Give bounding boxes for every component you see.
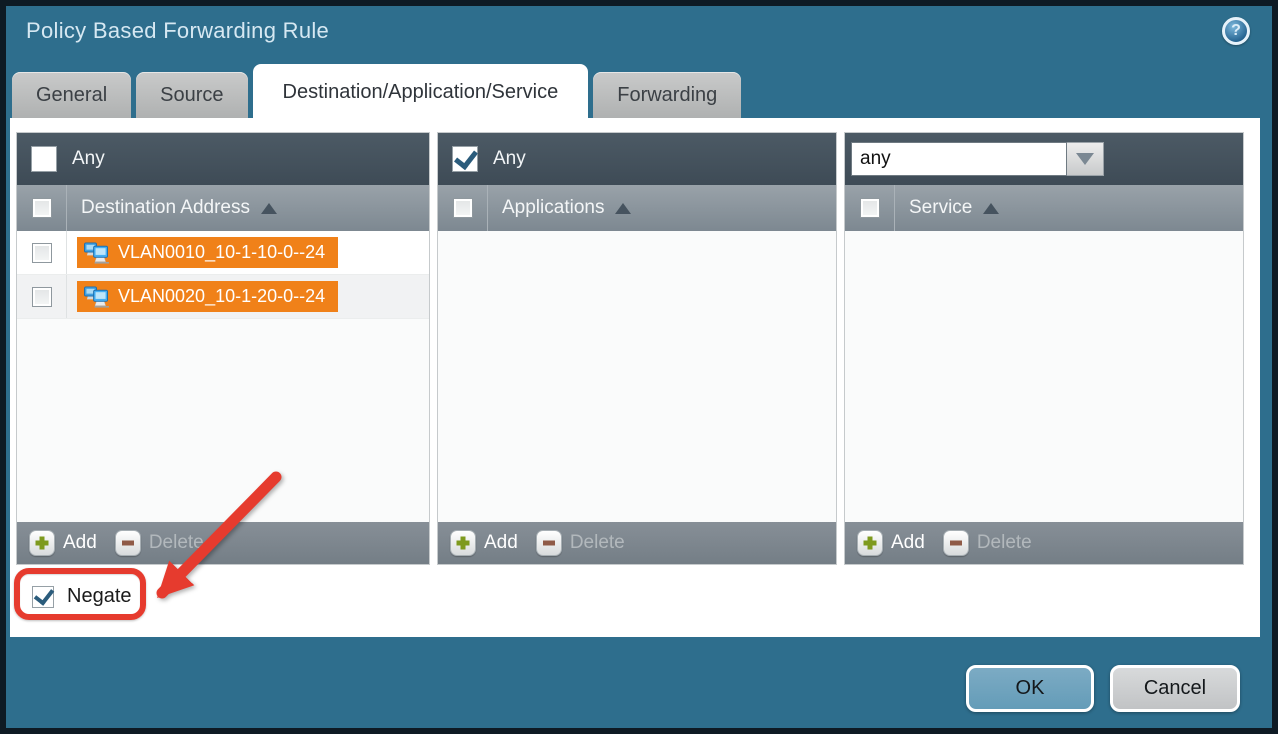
table-row: VLAN0020_10-1-20-0--24 (17, 275, 429, 319)
service-delete-button[interactable]: Delete (943, 530, 1032, 556)
service-dropdown-button[interactable] (1067, 142, 1104, 176)
tab-content: Any Destination Address (10, 118, 1260, 637)
service-column-header[interactable]: Service (845, 185, 1243, 231)
service-actions-bar: Add Delete (845, 522, 1243, 564)
applications-add-button[interactable]: Add (450, 530, 518, 556)
destination-add-button[interactable]: Add (29, 530, 97, 556)
minus-icon (536, 530, 562, 556)
network-icon (83, 241, 110, 264)
sort-ascending-icon (615, 203, 631, 214)
network-icon (83, 285, 110, 308)
applications-actions-bar: Add Delete (438, 522, 836, 564)
applications-column-label: Applications (502, 197, 604, 219)
plus-icon (857, 530, 883, 556)
tab-general[interactable]: General (12, 72, 131, 118)
address-object[interactable]: VLAN0010_10-1-10-0--24 (77, 237, 338, 268)
destination-delete-button[interactable]: Delete (115, 530, 204, 556)
service-column-label: Service (909, 197, 972, 219)
address-object[interactable]: VLAN0020_10-1-20-0--24 (77, 281, 338, 312)
applications-delete-button[interactable]: Delete (536, 530, 625, 556)
service-dropdown-input[interactable] (851, 142, 1067, 176)
destination-any-bar: Any (17, 133, 429, 185)
plus-icon (450, 530, 476, 556)
destination-column-label: Destination Address (81, 197, 250, 219)
tab-forwarding[interactable]: Forwarding (593, 72, 741, 118)
row-checkbox[interactable] (32, 243, 52, 263)
row-checkbox[interactable] (32, 287, 52, 307)
destination-column-header[interactable]: Destination Address (17, 185, 429, 231)
cancel-button[interactable]: Cancel (1110, 665, 1240, 712)
ok-button[interactable]: OK (966, 665, 1094, 712)
tab-source[interactable]: Source (136, 72, 247, 118)
applications-panel: Any Applications Add (437, 132, 837, 565)
service-add-button[interactable]: Add (857, 530, 925, 556)
tab-bar: General Source Destination/Application/S… (12, 64, 746, 118)
minus-icon (943, 530, 969, 556)
applications-select-all-checkbox[interactable] (453, 198, 473, 218)
sort-ascending-icon (261, 203, 277, 214)
destination-actions-bar: Add Delete (17, 522, 429, 564)
service-selector-bar (845, 133, 1243, 185)
destination-select-all-checkbox[interactable] (32, 198, 52, 218)
dialog-title: Policy Based Forwarding Rule (26, 18, 329, 44)
address-object-label: VLAN0010_10-1-10-0--24 (118, 242, 325, 263)
sort-ascending-icon (983, 203, 999, 214)
pbf-rule-dialog: Policy Based Forwarding Rule ? General S… (0, 0, 1278, 734)
applications-any-checkbox[interactable] (452, 146, 478, 172)
applications-list (438, 231, 836, 522)
plus-icon (29, 530, 55, 556)
help-icon[interactable]: ? (1222, 17, 1250, 45)
tab-destination-application-service[interactable]: Destination/Application/Service (253, 64, 589, 118)
negate-checkbox[interactable] (32, 586, 54, 608)
address-object-label: VLAN0020_10-1-20-0--24 (118, 286, 325, 307)
destination-panel: Any Destination Address (16, 132, 430, 565)
service-select-all-checkbox[interactable] (860, 198, 880, 218)
service-dropdown (851, 142, 1104, 176)
destination-any-checkbox[interactable] (31, 146, 57, 172)
service-list (845, 231, 1243, 522)
chevron-down-icon (1076, 153, 1094, 165)
applications-any-label: Any (493, 148, 526, 170)
negate-label: Negate (67, 585, 132, 608)
negate-option: Negate (32, 585, 132, 608)
table-row: VLAN0010_10-1-10-0--24 (17, 231, 429, 275)
destination-list: VLAN0010_10-1-10-0--24 (17, 231, 429, 522)
service-panel: Service Add Delete (844, 132, 1244, 565)
minus-icon (115, 530, 141, 556)
applications-any-bar: Any (438, 133, 836, 185)
applications-column-header[interactable]: Applications (438, 185, 836, 231)
destination-any-label: Any (72, 148, 105, 170)
